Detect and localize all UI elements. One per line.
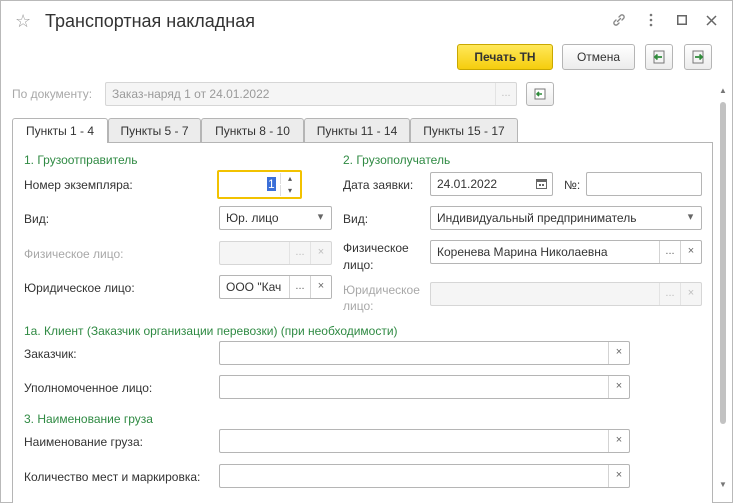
receiver-legal-label-line2: лицо: bbox=[343, 299, 374, 313]
sender-header: 1. Грузоотправитель bbox=[24, 153, 138, 167]
tab-points-11-14[interactable]: Пункты 11 - 14 bbox=[304, 118, 410, 143]
customer-label: Заказчик: bbox=[24, 347, 77, 361]
sender-type-select[interactable]: Юр. лицо ▾ bbox=[219, 206, 332, 230]
cargo-name-field[interactable]: × bbox=[219, 429, 630, 453]
sender-person-label: Физическое лицо: bbox=[24, 247, 124, 261]
chevron-down-icon[interactable]: ▾ bbox=[680, 207, 701, 229]
copy-number-value: 1 bbox=[267, 177, 276, 191]
tab-points-5-7[interactable]: Пункты 5 - 7 bbox=[108, 118, 201, 143]
chevron-down-icon[interactable]: ▾ bbox=[310, 207, 331, 229]
maximize-icon[interactable] bbox=[672, 10, 692, 30]
spin-up-icon[interactable]: ▴ bbox=[280, 173, 299, 184]
sender-legal-label: Юридическое лицо: bbox=[24, 281, 135, 295]
receiver-legal-clear-icon[interactable]: × bbox=[680, 283, 701, 305]
agent-field[interactable]: × bbox=[219, 375, 630, 399]
request-date-field[interactable]: 24.01.2022 bbox=[430, 172, 553, 196]
sender-legal-value: ООО "Кач bbox=[226, 280, 282, 294]
receiver-type-select[interactable]: Индивидуальный предприниматель ▾ bbox=[430, 206, 702, 230]
copy-number-label: Номер экземпляра: bbox=[24, 178, 133, 192]
scroll-up-icon[interactable]: ▲ bbox=[719, 86, 727, 95]
spin-down-icon[interactable]: ▾ bbox=[280, 185, 299, 196]
document-field[interactable]: Заказ-наряд 1 от 24.01.2022 ... bbox=[105, 82, 517, 106]
open-document-button[interactable] bbox=[526, 82, 554, 106]
client-header: 1а. Клиент (Заказчик организации перевоз… bbox=[24, 324, 398, 338]
sender-legal-field[interactable]: ООО "Кач ... × bbox=[219, 275, 332, 299]
receiver-legal-field[interactable]: ... × bbox=[430, 282, 702, 306]
copy-number-field[interactable]: 1 ▴ ▾ bbox=[217, 170, 302, 199]
scroll-down-icon[interactable]: ▼ bbox=[719, 480, 727, 489]
cargo-header: 3. Наименование груза bbox=[24, 412, 153, 426]
customer-field[interactable]: × bbox=[219, 341, 630, 365]
more-menu-icon[interactable] bbox=[641, 10, 661, 30]
receiver-person-value: Коренева Марина Николаевна bbox=[437, 245, 608, 259]
sender-type-label: Вид: bbox=[24, 212, 50, 226]
favorite-star-icon[interactable]: ☆ bbox=[15, 11, 31, 32]
receiver-person-label-line2: лицо: bbox=[343, 258, 374, 272]
link-icon[interactable] bbox=[609, 10, 629, 30]
document-label: По документу: bbox=[12, 87, 93, 101]
cargo-name-label: Наименование груза: bbox=[24, 435, 143, 449]
sender-legal-select-button[interactable]: ... bbox=[289, 276, 310, 298]
export-button[interactable] bbox=[684, 44, 712, 70]
sender-legal-clear-icon[interactable]: × bbox=[310, 276, 331, 298]
import-icon bbox=[651, 50, 667, 68]
receiver-type-value: Индивидуальный предприниматель bbox=[437, 211, 637, 225]
receiver-type-label: Вид: bbox=[343, 212, 369, 226]
import-button[interactable] bbox=[645, 44, 673, 70]
tab-points-1-4[interactable]: Пункты 1 - 4 bbox=[12, 118, 108, 144]
agent-label: Уполномоченное лицо: bbox=[24, 381, 153, 395]
document-value: Заказ-наряд 1 от 24.01.2022 bbox=[112, 87, 270, 101]
request-number-field[interactable] bbox=[586, 172, 702, 196]
agent-clear-icon[interactable]: × bbox=[608, 376, 629, 398]
request-number-label: №: bbox=[564, 178, 581, 192]
receiver-person-label-line1: Физическое bbox=[343, 241, 409, 255]
tab-points-15-17[interactable]: Пункты 15 - 17 bbox=[410, 118, 518, 143]
cargo-name-clear-icon[interactable]: × bbox=[608, 430, 629, 452]
scroll-thumb[interactable] bbox=[720, 102, 726, 424]
receiver-person-clear-icon[interactable]: × bbox=[680, 241, 701, 263]
sender-person-select-button[interactable]: ... bbox=[289, 242, 310, 264]
request-date-value: 24.01.2022 bbox=[437, 177, 498, 191]
window-title: Транспортная накладная bbox=[45, 11, 256, 31]
calendar-icon[interactable] bbox=[531, 173, 552, 195]
sender-person-field[interactable]: ... × bbox=[219, 241, 332, 265]
request-date-label: Дата заявки: bbox=[343, 178, 414, 192]
tab-points-8-10[interactable]: Пункты 8 - 10 bbox=[201, 118, 304, 143]
document-select-button[interactable]: ... bbox=[495, 83, 516, 105]
close-icon[interactable] bbox=[701, 10, 721, 30]
cancel-button[interactable]: Отмена bbox=[562, 44, 635, 70]
receiver-person-select-button[interactable]: ... bbox=[659, 241, 680, 263]
export-icon bbox=[690, 50, 706, 68]
scrollbar[interactable]: ▲ ▼ bbox=[718, 84, 728, 494]
receiver-legal-select-button[interactable]: ... bbox=[659, 283, 680, 305]
active-tab-joiner bbox=[13, 142, 107, 144]
open-document-icon bbox=[533, 88, 547, 104]
receiver-person-field[interactable]: Коренева Марина Николаевна ... × bbox=[430, 240, 702, 264]
sender-person-clear-icon[interactable]: × bbox=[310, 242, 331, 264]
cargo-qty-field[interactable]: × bbox=[219, 464, 630, 488]
receiver-legal-label-line1: Юридическое bbox=[343, 283, 420, 297]
customer-clear-icon[interactable]: × bbox=[608, 342, 629, 364]
cargo-qty-label: Количество мест и маркировка: bbox=[24, 470, 201, 484]
receiver-header: 2. Грузополучатель bbox=[343, 153, 451, 167]
cargo-qty-clear-icon[interactable]: × bbox=[608, 465, 629, 487]
print-tn-button[interactable]: Печать ТН bbox=[457, 44, 553, 70]
sender-type-value: Юр. лицо bbox=[226, 211, 279, 225]
